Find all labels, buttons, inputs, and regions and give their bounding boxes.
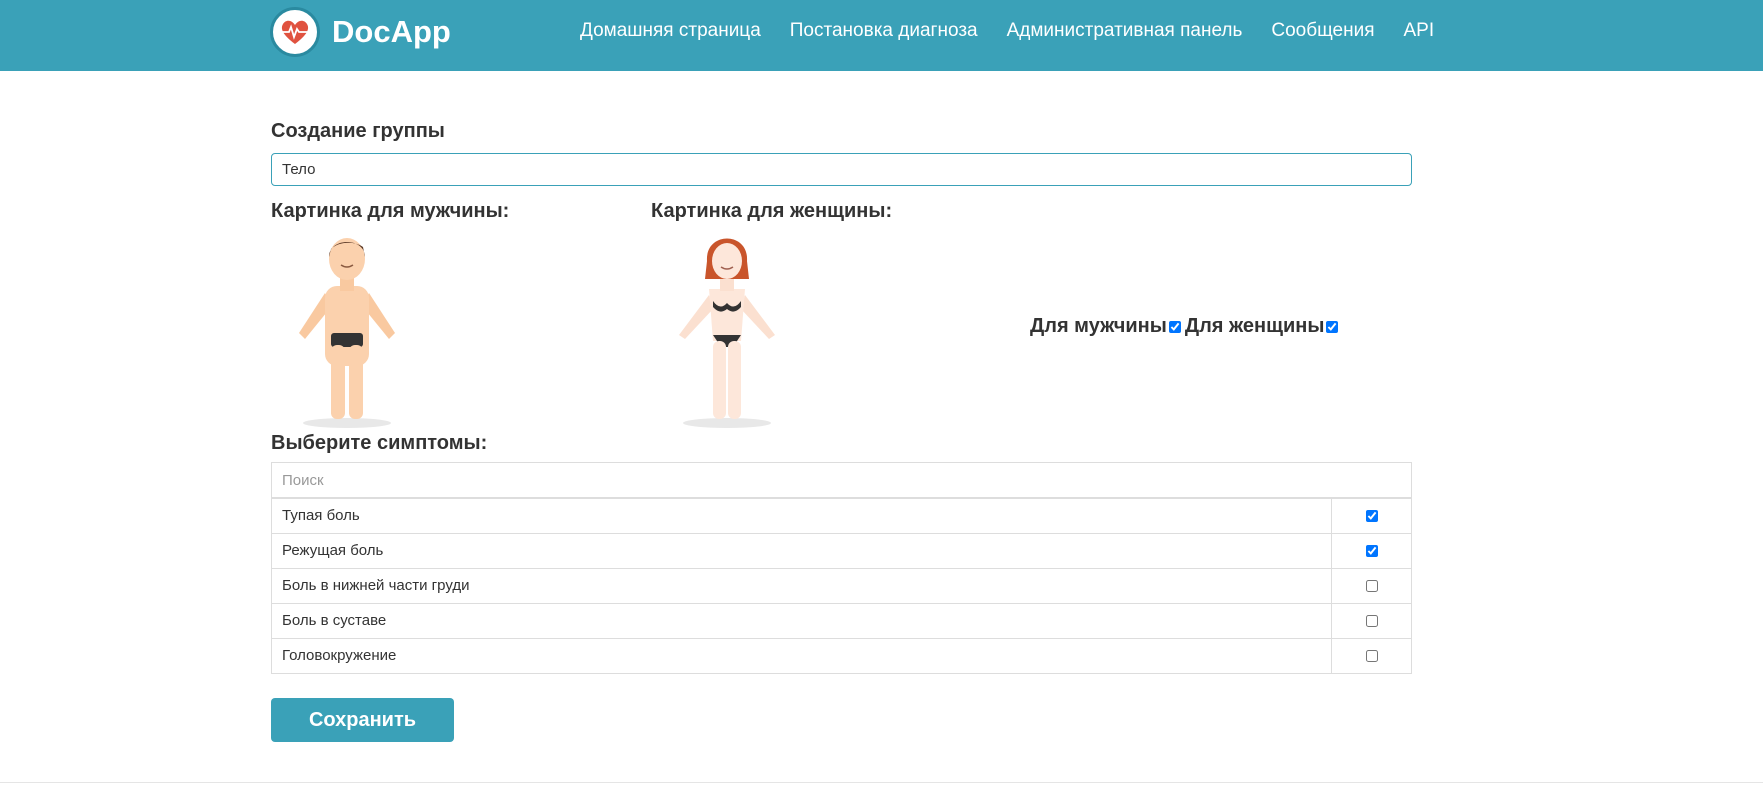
nav-messages[interactable]: Сообщения <box>1271 20 1374 42</box>
for-male-checkbox[interactable] <box>1168 320 1181 333</box>
save-button[interactable]: Сохранить <box>271 698 454 742</box>
for-female-label: Для женщины <box>1184 315 1325 337</box>
gender-options: Для мужчины Для женщины <box>1030 315 1342 338</box>
brand[interactable]: DocApp <box>270 5 451 59</box>
group-name-input[interactable] <box>271 153 1412 186</box>
table-row: Боль в нижней части груди <box>272 568 1411 603</box>
table-row: Тупая боль <box>272 498 1411 533</box>
symptom-label: Боль в суставе <box>282 612 387 629</box>
nav-diagnosis[interactable]: Постановка диагноза <box>790 20 978 42</box>
symptom-label: Головокружение <box>282 647 397 664</box>
symptom-checkbox[interactable] <box>1365 580 1378 592</box>
symptom-checkbox[interactable] <box>1365 510 1378 522</box>
table-row: Режущая боль <box>272 533 1411 568</box>
for-female-checkbox[interactable] <box>1326 320 1339 333</box>
female-image-label: Картинка для женщины: <box>651 200 893 222</box>
male-body-image[interactable] <box>285 231 415 429</box>
page-title: Создание группы <box>271 120 445 142</box>
footer-divider <box>0 782 1763 783</box>
nav-api[interactable]: API <box>1404 20 1435 42</box>
nav-admin-panel[interactable]: Административная панель <box>1007 20 1243 42</box>
symptom-checkbox[interactable] <box>1365 545 1378 557</box>
table-row: Боль в суставе <box>272 603 1411 638</box>
symptom-label: Режущая боль <box>282 542 384 559</box>
female-body-image[interactable] <box>665 231 795 429</box>
brand-name: DocApp <box>332 14 451 49</box>
symptom-checkbox[interactable] <box>1365 650 1378 662</box>
male-image-label: Картинка для мужчины: <box>271 200 510 222</box>
heart-pulse-icon <box>270 7 320 57</box>
main-nav: Домашняя страница Постановка диагноза Ад… <box>580 0 1463 62</box>
navbar: DocApp Домашняя страница Постановка диаг… <box>0 0 1763 71</box>
table-row: Головокружение <box>272 638 1411 673</box>
symptom-label: Боль в нижней части груди <box>282 577 470 594</box>
symptoms-table: Тупая боль Режущая боль Боль в нижней ча… <box>271 462 1412 674</box>
nav-home[interactable]: Домашняя страница <box>580 20 761 42</box>
symptom-checkbox[interactable] <box>1365 615 1378 627</box>
symptoms-title: Выберите симптомы: <box>271 432 488 454</box>
for-male-label: Для мужчины <box>1030 315 1167 337</box>
symptom-label: Тупая боль <box>282 507 360 524</box>
symptom-search-input[interactable] <box>272 463 1411 498</box>
